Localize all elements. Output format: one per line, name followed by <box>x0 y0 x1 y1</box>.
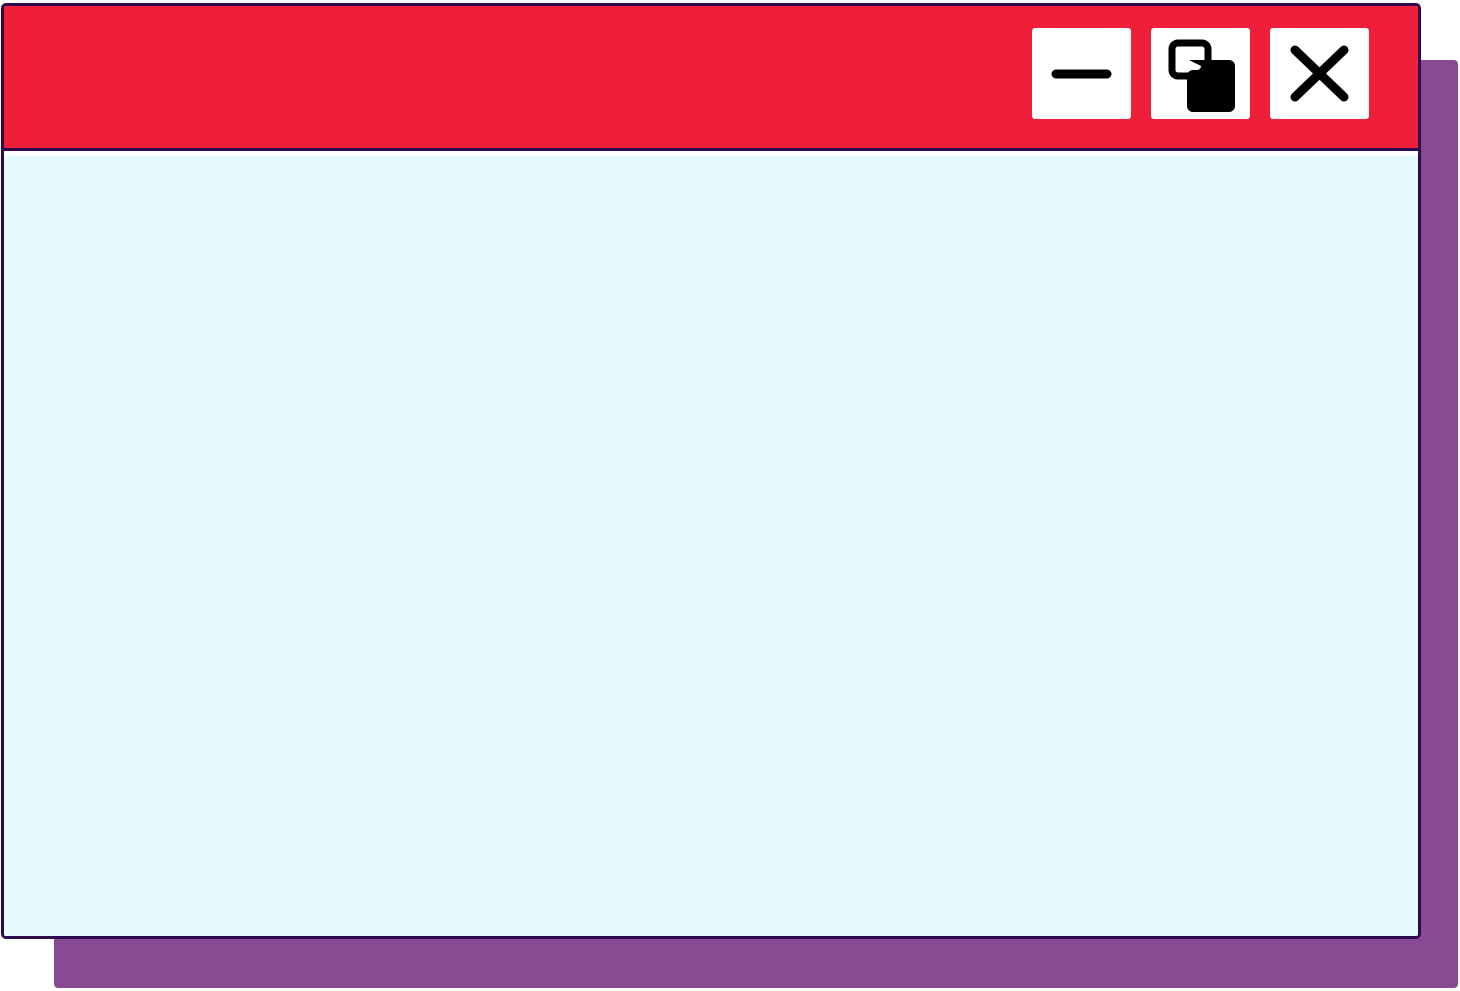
window-titlebar[interactable] <box>4 6 1418 151</box>
close-button[interactable] <box>1270 28 1369 119</box>
app-window <box>1 3 1421 939</box>
minimize-icon <box>1051 69 1112 79</box>
minimize-button[interactable] <box>1032 28 1131 119</box>
restore-icon <box>1168 39 1235 112</box>
window-content-area[interactable] <box>4 156 1418 936</box>
desktop-stage <box>0 0 1460 991</box>
restore-button[interactable] <box>1151 28 1250 119</box>
close-icon <box>1290 45 1349 102</box>
